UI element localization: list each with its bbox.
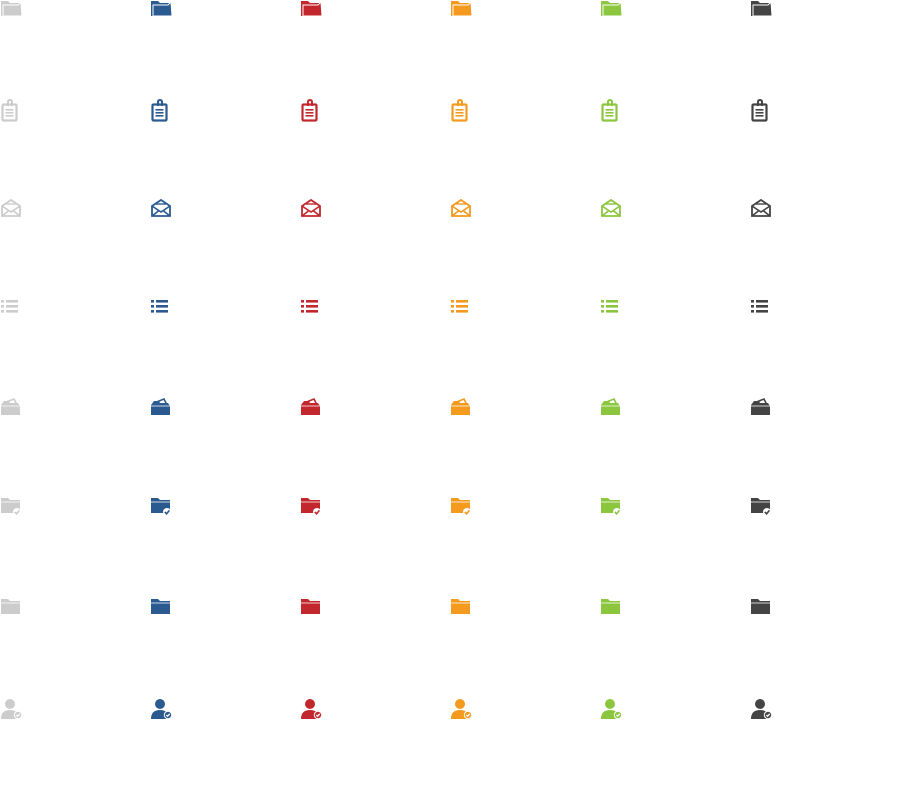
folder-icon (600, 598, 624, 622)
folder-check-icon (150, 497, 174, 521)
user-check-icon (600, 698, 624, 722)
user-check-icon (150, 698, 174, 722)
open-envelope-icon (300, 198, 324, 222)
user-check-icon (300, 698, 324, 722)
clipboard-icon (750, 98, 774, 124)
folder-check-icon (0, 497, 24, 521)
open-folder-icon (300, 0, 324, 24)
folder-tilted-icon (600, 397, 624, 422)
list-icon (750, 297, 774, 321)
open-envelope-icon (600, 198, 624, 222)
folder-check-icon (750, 497, 774, 521)
folder-tilted-icon (750, 397, 774, 422)
folder-icon (300, 598, 324, 622)
user-check-icon (450, 698, 474, 722)
folder-tilted-icon (450, 397, 474, 422)
folder-icon (0, 598, 24, 622)
open-envelope-icon (150, 198, 174, 222)
open-folder-icon (0, 0, 24, 24)
open-folder-icon (150, 0, 174, 24)
folder-icon (150, 598, 174, 622)
folder-check-icon (600, 497, 624, 521)
icon-sheet (0, 0, 900, 800)
open-folder-icon (450, 0, 474, 24)
open-folder-icon (600, 0, 624, 24)
user-check-icon (750, 698, 774, 722)
open-envelope-icon (750, 198, 774, 222)
clipboard-icon (0, 98, 24, 124)
list-icon (0, 297, 24, 321)
clipboard-icon (450, 98, 474, 124)
user-check-icon (0, 698, 24, 722)
open-folder-icon (750, 0, 774, 24)
open-envelope-icon (450, 198, 474, 222)
list-icon (300, 297, 324, 321)
folder-tilted-icon (0, 397, 24, 422)
clipboard-icon (150, 98, 174, 124)
folder-tilted-icon (300, 397, 324, 422)
list-icon (450, 297, 474, 321)
open-envelope-icon (0, 198, 24, 222)
folder-check-icon (300, 497, 324, 521)
list-icon (150, 297, 174, 321)
clipboard-icon (300, 98, 324, 124)
folder-icon (750, 598, 774, 622)
folder-icon (450, 598, 474, 622)
clipboard-icon (600, 98, 624, 124)
folder-check-icon (450, 497, 474, 521)
list-icon (600, 297, 624, 321)
folder-tilted-icon (150, 397, 174, 422)
